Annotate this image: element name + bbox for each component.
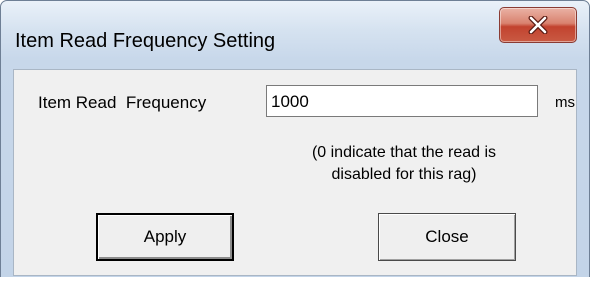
close-button[interactable]: Close xyxy=(378,213,516,261)
frequency-input[interactable] xyxy=(266,85,538,117)
dialog-content: Item Read Frequency ms (0 indicate that … xyxy=(13,69,577,276)
hint-text: (0 indicate that the read is disabled fo… xyxy=(264,142,544,186)
hint-line-2: disabled for this rag) xyxy=(331,166,477,183)
hint-line-1: (0 indicate that the read is xyxy=(311,144,497,161)
unit-label: ms xyxy=(555,94,575,111)
frequency-label: Item Read Frequency xyxy=(38,93,207,112)
background xyxy=(0,277,590,293)
window-close-button[interactable] xyxy=(499,7,577,43)
title-bar[interactable]: Item Read Frequency Setting xyxy=(1,1,589,53)
window-title: Item Read Frequency Setting xyxy=(15,30,276,52)
apply-button[interactable]: Apply xyxy=(96,213,234,261)
dialog-window: Item Read Frequency Setting Item Read Fr… xyxy=(0,0,590,278)
close-icon xyxy=(528,16,548,34)
